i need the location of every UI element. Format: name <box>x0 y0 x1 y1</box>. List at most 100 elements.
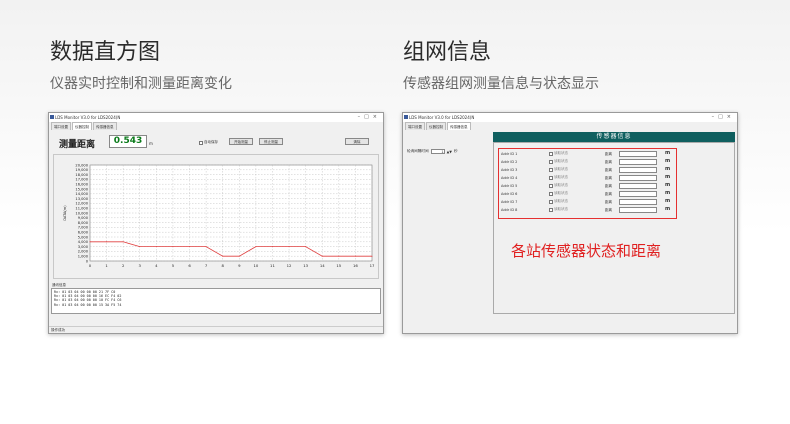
start-measure-button[interactable]: 开始测量 <box>229 138 253 145</box>
x-tick-label: 2 <box>122 263 125 268</box>
sensor-distance-label: 距离 <box>605 184 612 188</box>
sensor-row: Addr ID 6 读取状态 距离 m <box>501 190 673 198</box>
y-tick-label: 4,000 <box>78 240 89 244</box>
sensor-distance-unit: m <box>665 166 671 172</box>
sensor-status-checkbox[interactable]: 读取状态 <box>549 175 568 180</box>
data-point <box>354 255 356 257</box>
window-title: LDS Monitor V3.0 for LDS2024(N <box>409 115 475 120</box>
tab-port-settings[interactable]: 端口设置 <box>405 122 425 130</box>
y-axis-label: DATA(m) <box>63 205 67 221</box>
x-tick-label: 0 <box>89 263 92 268</box>
sensor-distance-field[interactable] <box>619 159 657 165</box>
tab-port-settings[interactable]: 端口设置 <box>51 122 71 130</box>
poll-interval-label: 轮询间隔时间 <box>407 149 429 153</box>
stop-measure-button[interactable]: 停止测量 <box>259 138 283 145</box>
poll-interval-input[interactable]: 1 <box>430 149 445 154</box>
checkbox-box <box>549 207 553 212</box>
sensor-row: Addr ID 3 读取状态 距离 m <box>501 166 673 174</box>
checkbox-box <box>549 175 553 180</box>
x-tick-label: 16 <box>353 263 358 268</box>
window-titlebar: LDS Monitor V3.0 for LDS2024(N –□× <box>403 113 737 122</box>
data-point <box>371 255 373 257</box>
log-textbox[interactable]: Rx: 01 03 04 00 00 00 21 7F C0 Rx: 01 03… <box>51 288 381 314</box>
y-tick-label: 18,000 <box>75 173 88 177</box>
sensor-status-checkbox[interactable]: 读取状态 <box>549 191 568 196</box>
x-tick-label: 5 <box>172 263 175 268</box>
checkbox-box <box>549 183 553 188</box>
sensor-status-checkbox[interactable]: 读取状态 <box>549 199 568 204</box>
sensor-distance-field[interactable] <box>619 191 657 197</box>
y-tick-label: 20,000 <box>75 163 88 167</box>
poll-interval-group: 轮询间隔时间 1 ▲▼ 秒 <box>407 149 458 154</box>
data-point <box>305 246 307 248</box>
sensor-distance-field[interactable] <box>619 199 657 205</box>
log-line: Rx: 01 03 04 00 00 00 15 3A F5 74 <box>54 302 122 307</box>
y-tick-label: 2,000 <box>78 250 89 254</box>
sensor-status-label: 读取状态 <box>554 159 568 163</box>
sensor-status-checkbox[interactable]: 读取状态 <box>549 151 568 156</box>
checkbox-box <box>549 151 553 156</box>
tab-instrument-control[interactable]: 仪器控制 <box>426 122 446 130</box>
sensor-distance-label: 距离 <box>605 160 612 164</box>
tab-sensor-info[interactable]: 传感器信息 <box>93 122 117 130</box>
sensor-row: Addr ID 4 读取状态 距离 m <box>501 174 673 182</box>
x-tick-label: 10 <box>253 263 258 268</box>
data-point <box>321 255 323 257</box>
monitor-window-left: LDS Monitor V3.0 for LDS2024(N –□× 端口设置 … <box>48 112 384 334</box>
x-tick-label: 1 <box>105 263 108 268</box>
data-point <box>238 255 240 257</box>
window-controls[interactable]: –□× <box>712 113 735 122</box>
x-tick-label: 4 <box>155 263 158 268</box>
poll-interval-stepper[interactable]: ▲▼ <box>447 150 452 154</box>
auto-save-label: 自动保存 <box>204 140 218 144</box>
sensor-status-label: 读取状态 <box>554 175 568 179</box>
sensor-status-checkbox[interactable]: 读取状态 <box>549 159 568 164</box>
sensor-distance-label: 距离 <box>605 152 612 156</box>
y-tick-label: 15,000 <box>75 187 88 191</box>
sensor-distance-label: 距离 <box>605 208 612 212</box>
sensor-distance-unit: m <box>665 182 671 188</box>
sensor-distance-unit: m <box>665 206 671 212</box>
measure-unit: m <box>149 141 153 146</box>
checkbox-box <box>549 199 553 204</box>
sensor-status-checkbox[interactable]: 读取状态 <box>549 183 568 188</box>
app-logo-icon <box>404 115 408 119</box>
sensor-distance-label: 距离 <box>605 176 612 180</box>
x-tick-label: 15 <box>336 263 341 268</box>
y-tick-label: 13,000 <box>75 197 88 201</box>
sensor-distance-field[interactable] <box>619 175 657 181</box>
y-tick-label: 14,000 <box>75 192 88 196</box>
sensor-status-label: 读取状态 <box>554 183 568 187</box>
tab-instrument-control[interactable]: 仪器控制 <box>72 122 92 130</box>
sensor-distance-label: 距离 <box>605 192 612 196</box>
data-point <box>205 246 207 248</box>
x-tick-label: 7 <box>205 263 208 268</box>
auto-save-checkbox[interactable]: 自动保存 <box>199 140 218 145</box>
sensor-status-checkbox[interactable]: 读取状态 <box>549 167 568 172</box>
sensor-distance-field[interactable] <box>619 183 657 189</box>
data-point <box>288 246 290 248</box>
sensor-addr-id: Addr ID 3 <box>501 168 518 172</box>
sensor-status-label: 读取状态 <box>554 207 568 211</box>
right-section-subtitle: 传感器组网测量信息与状态显示 <box>403 76 599 92</box>
status-bar: 操作成功 <box>49 326 383 333</box>
x-tick-label: 14 <box>320 263 325 268</box>
y-tick-label: 8,000 <box>78 221 89 225</box>
sensor-status-label: 读取状态 <box>554 151 568 155</box>
sensor-distance-field[interactable] <box>619 167 657 173</box>
sensor-distance-field[interactable] <box>619 207 657 213</box>
x-tick-label: 13 <box>303 263 308 268</box>
clear-button[interactable]: 清除 <box>345 138 369 145</box>
sensor-status-label: 读取状态 <box>554 167 568 171</box>
sensor-status-checkbox[interactable]: 读取状态 <box>549 207 568 212</box>
sensor-distance-unit: m <box>665 158 671 164</box>
measure-value: 0.543 <box>109 135 147 148</box>
window-controls[interactable]: –□× <box>358 113 381 122</box>
tab-sensor-info[interactable]: 传感器信息 <box>447 122 471 130</box>
sensor-distance-unit: m <box>665 174 671 180</box>
sensor-distance-field[interactable] <box>619 151 657 157</box>
data-point <box>222 255 224 257</box>
measure-header: 测量距离 0.543 m 自动保存 开始测量 停止测量 清除 <box>53 133 379 151</box>
poll-interval-unit: 秒 <box>453 149 458 153</box>
data-point <box>172 246 174 248</box>
